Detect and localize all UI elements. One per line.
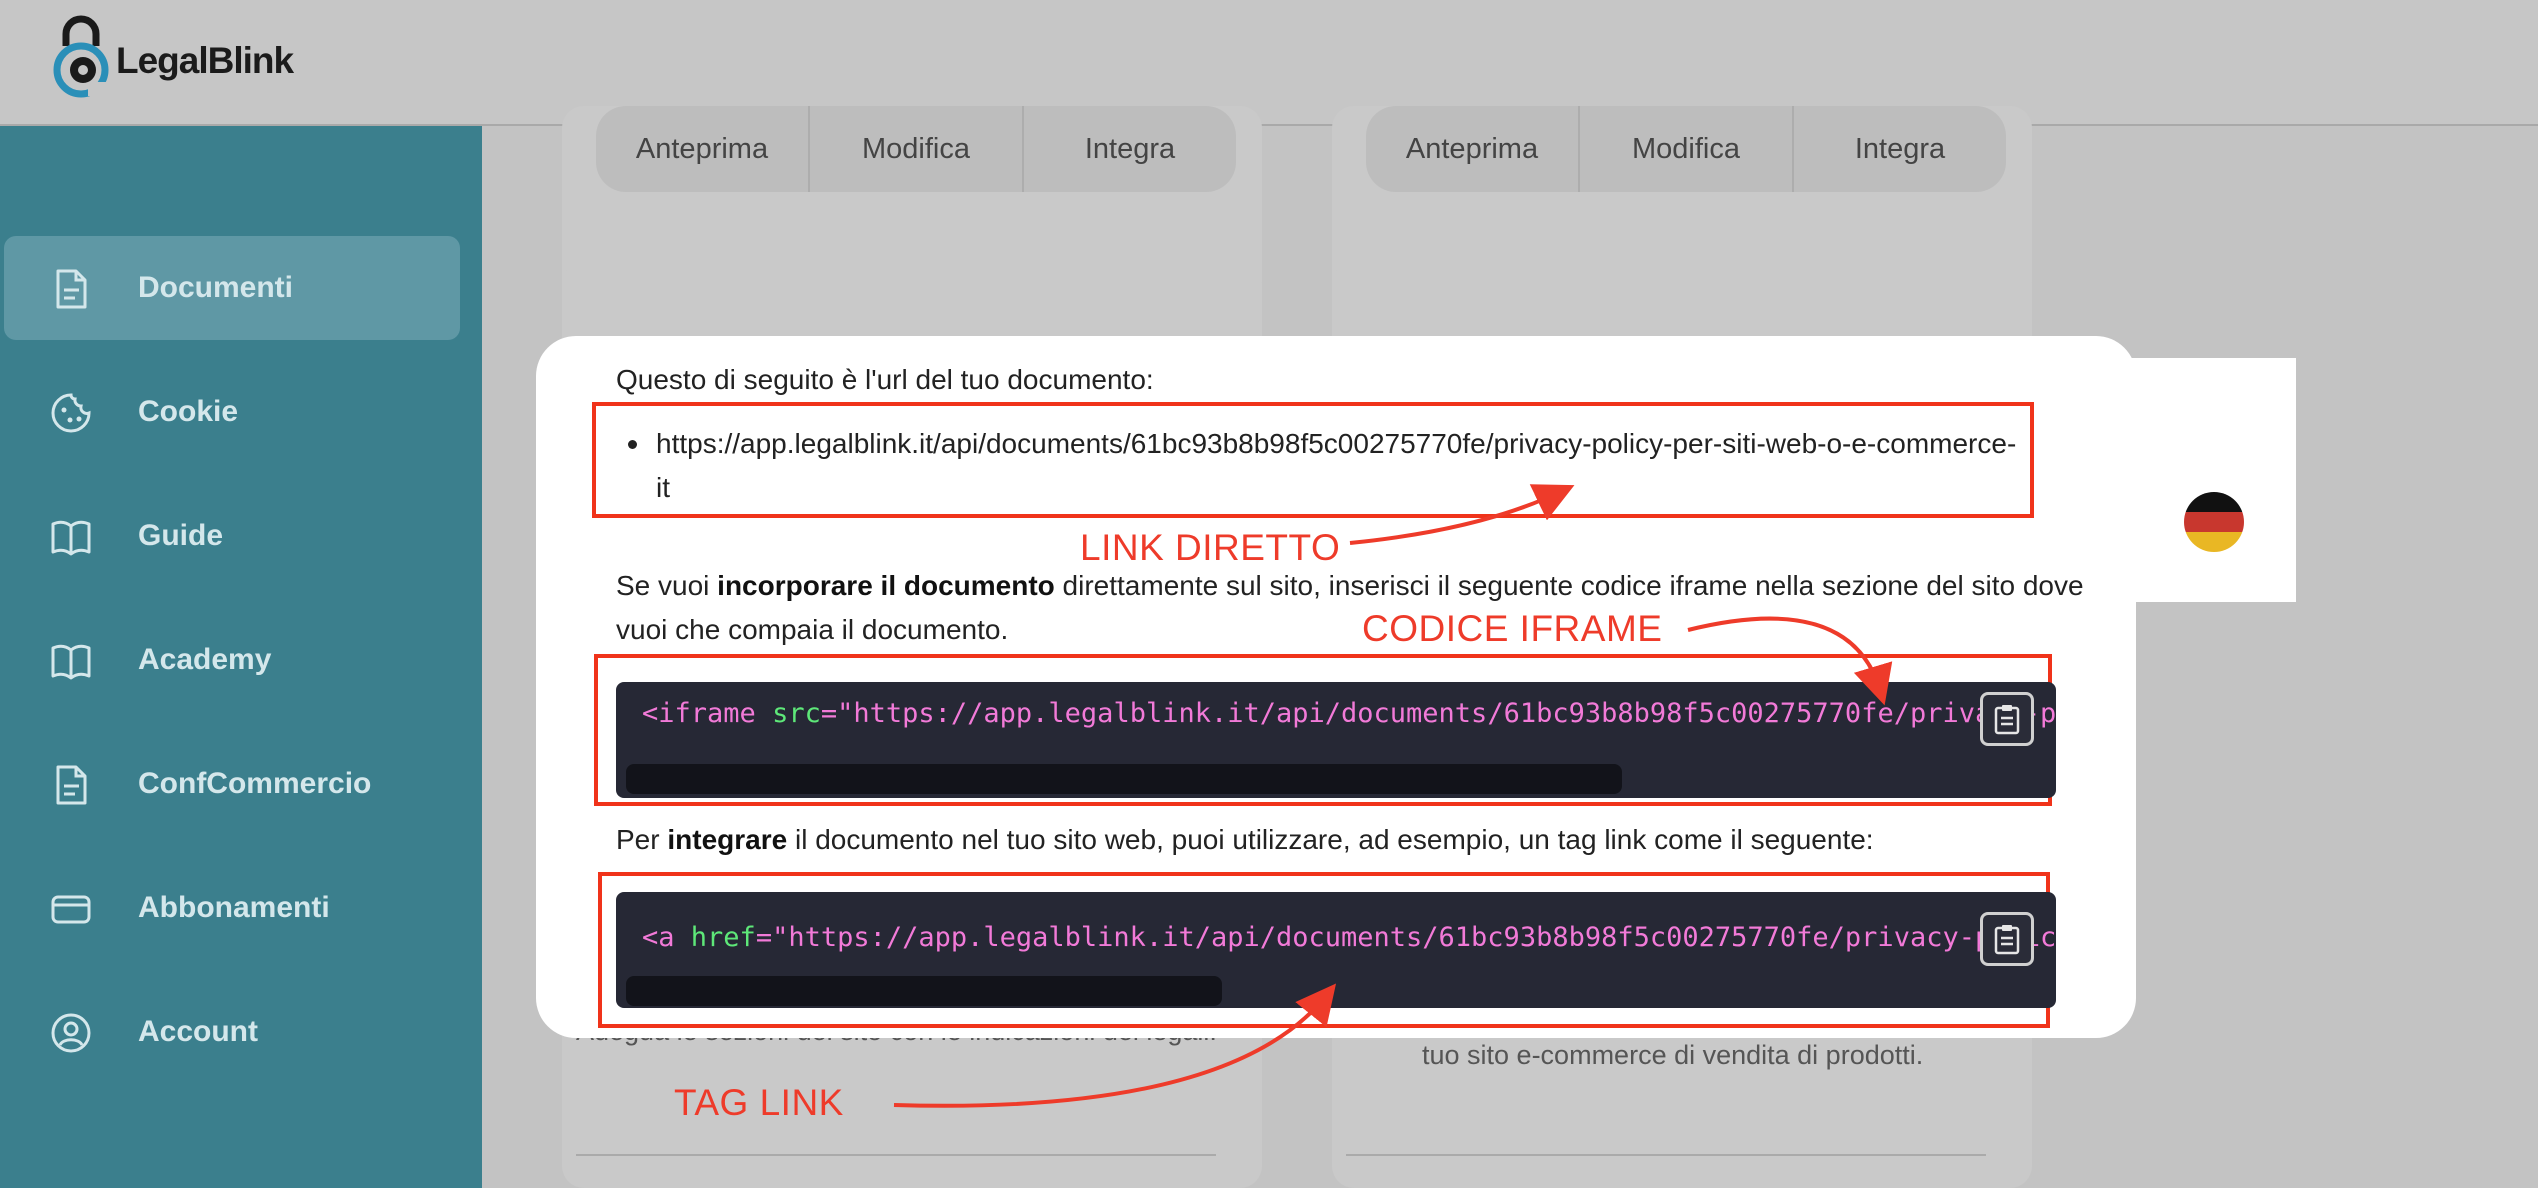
arrow-tag-link: [893, 983, 1337, 1108]
annotation-arrows: [893, 484, 1893, 1108]
arrow-iframe-code: [1687, 616, 1893, 706]
arrow-direct-link: [1349, 484, 1575, 545]
